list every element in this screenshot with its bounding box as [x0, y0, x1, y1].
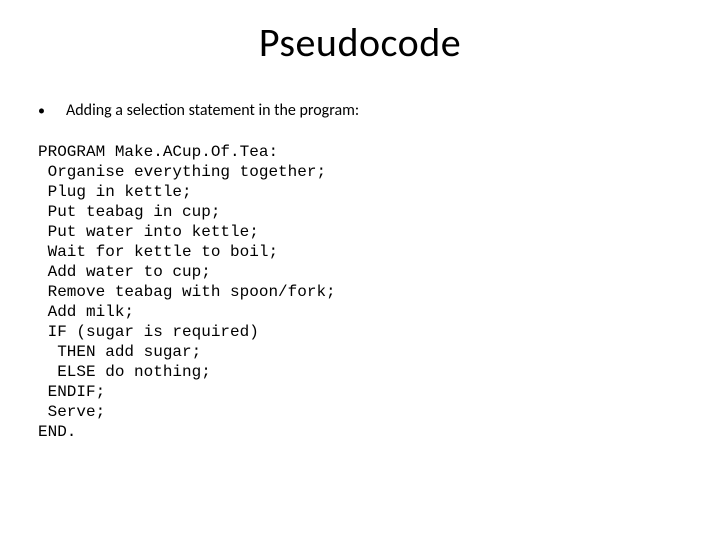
bullet-text: Adding a selection statement in the prog…: [66, 100, 359, 122]
slide: Pseudocode • Adding a selection statemen…: [0, 0, 720, 540]
bullet-item: • Adding a selection statement in the pr…: [38, 100, 680, 122]
bullet-marker: •: [38, 100, 66, 122]
pseudocode-block: PROGRAM Make.ACup.Of.Tea: Organise every…: [38, 142, 680, 442]
page-title: Pseudocode: [0, 18, 720, 67]
